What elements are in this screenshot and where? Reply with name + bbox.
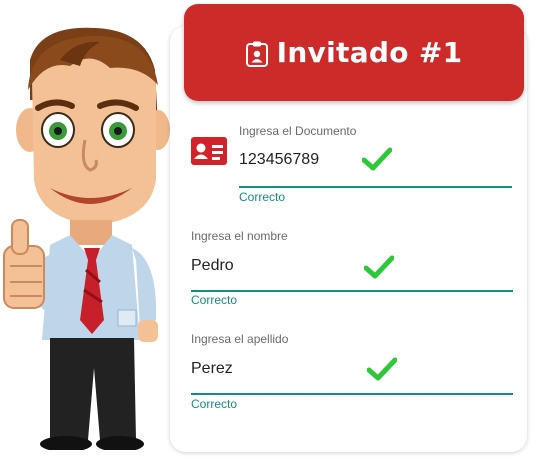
document-input[interactable]	[239, 150, 349, 170]
name-field: Ingresa el nombre Correcto	[191, 229, 513, 309]
surname-input[interactable]	[191, 359, 301, 379]
name-helper-text: Correcto	[191, 293, 238, 307]
name-input-underline	[191, 290, 513, 292]
surname-input-underline	[191, 393, 513, 395]
name-check-icon	[364, 255, 394, 279]
surname-field: Ingresa el apellido Correcto	[191, 332, 513, 412]
document-helper-text: Correcto	[239, 190, 286, 204]
guest-header: Invitado #1	[184, 4, 524, 101]
surname-helper-text: Correcto	[191, 397, 238, 411]
document-check-icon	[362, 147, 392, 171]
businessman-mascot-illustration	[3, 27, 170, 450]
page-title: Invitado #1	[276, 36, 463, 69]
id-badge-icon	[245, 41, 268, 67]
name-field-label: Ingresa el nombre	[191, 229, 288, 243]
surname-field-label: Ingresa el apellido	[191, 332, 289, 346]
id-card-icon	[191, 137, 227, 165]
document-input-underline	[239, 186, 512, 188]
name-input[interactable]	[191, 256, 301, 276]
surname-check-icon	[367, 357, 397, 381]
document-field-label: Ingresa el Documento	[239, 124, 357, 138]
